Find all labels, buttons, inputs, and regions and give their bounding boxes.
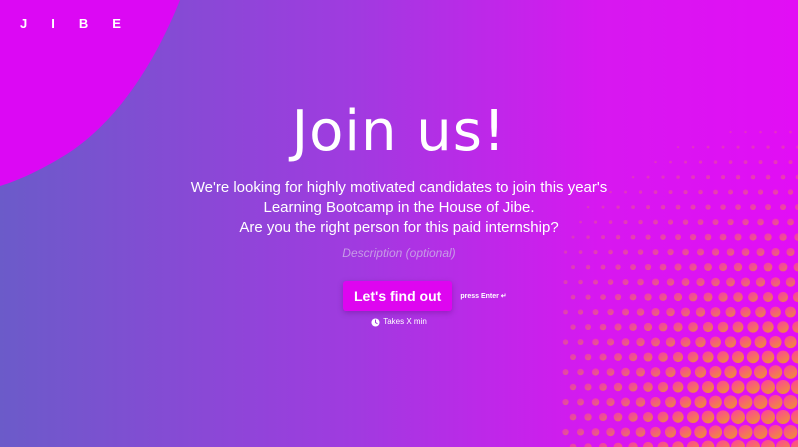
hero-description: We're looking for highly motivated candi… — [0, 178, 798, 238]
time-estimate: Takes X min — [0, 316, 798, 328]
hero: Join us! We're looking for highly motiva… — [0, 0, 798, 447]
enter-hint: press Enter ↵ — [460, 293, 507, 300]
description-line: We're looking for highly motivated candi… — [190, 179, 608, 196]
description-line: Are you the right person for this paid i… — [239, 219, 559, 236]
clock-icon — [371, 317, 380, 327]
description-line: Learning Bootcamp in the House of Jibe. — [263, 199, 535, 216]
description-placeholder: Description (optional) — [342, 246, 456, 260]
start-button[interactable]: Let's find out — [343, 281, 453, 311]
cta-row: Let's find out press Enter ↵ — [343, 281, 507, 311]
time-estimate-label: Takes X min — [383, 317, 427, 326]
page-title: Join us! — [291, 99, 507, 164]
